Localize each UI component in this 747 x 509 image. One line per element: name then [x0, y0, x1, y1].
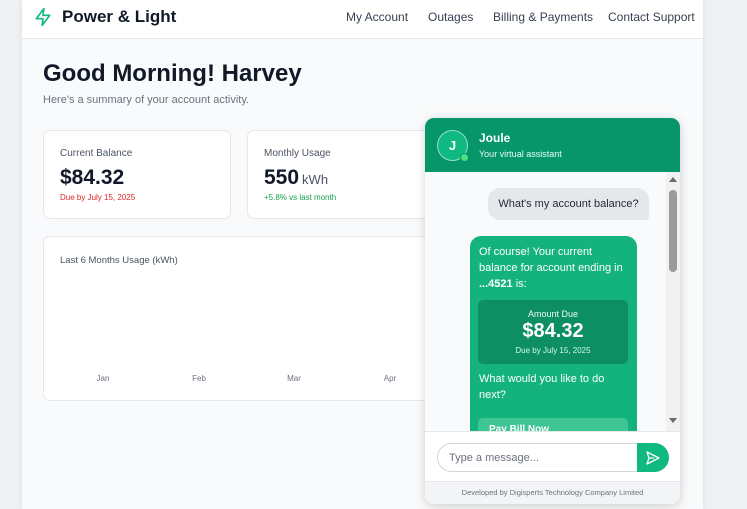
amount-due-label: Amount Due — [527, 309, 579, 319]
bot-intro-text: Of course! Your current balance for acco… — [479, 244, 629, 292]
send-button[interactable] — [637, 443, 669, 472]
assistant-subtitle: Your virtual assistant — [479, 149, 562, 159]
message-input[interactable] — [437, 443, 641, 472]
balance-value: $84.32 — [60, 166, 125, 189]
greeting-subtitle: Here's a summary of your account activit… — [43, 94, 250, 106]
chat-header: J Joule Your virtual assistant — [425, 118, 680, 172]
online-status-icon — [460, 153, 469, 162]
chat-input-area — [425, 431, 680, 481]
user-message: What's my account balance? — [488, 188, 649, 220]
chat-footer: Developed by Digisperts Technology Compa… — [425, 481, 680, 504]
month-tick-label: Feb — [192, 374, 206, 383]
send-icon — [646, 451, 660, 465]
usage-label: Monthly Usage — [264, 148, 331, 159]
account-suffix: ...4521 — [479, 278, 513, 290]
chat-scrollbar[interactable] — [666, 172, 680, 431]
nav-billing-payments[interactable]: Billing & Payments — [493, 10, 593, 24]
top-navigation-bar: Power & Light My Account Outages Billing… — [22, 0, 703, 39]
amount-due-box: Amount Due $84.32 Due by July 15, 2025 — [478, 300, 628, 364]
scroll-down-arrow-icon[interactable] — [669, 418, 677, 423]
scroll-thumb[interactable] — [669, 190, 677, 272]
usage-unit: kWh — [302, 172, 329, 187]
bot-intro-end: is: — [512, 278, 527, 290]
usage-chart-title: Last 6 Months Usage (kWh) — [60, 255, 178, 266]
usage-value: 550 kWh — [264, 166, 328, 190]
month-tick-label: Jan — [96, 374, 110, 383]
bot-message: Of course! Your current balance for acco… — [470, 236, 637, 431]
usage-chart-card: Last 6 Months Usage (kWh) Jan Feb Mar Ap… — [43, 236, 463, 401]
nav-contact-support[interactable]: Contact Support — [608, 10, 695, 24]
chat-messages[interactable]: What's my account balance? Of course! Yo… — [425, 172, 680, 431]
assistant-name: Joule — [479, 131, 511, 145]
amount-due-value: $84.32 — [522, 320, 584, 342]
usage-number: 550 — [264, 166, 300, 189]
usage-change: +5.8% vs last month — [264, 193, 337, 202]
scroll-up-arrow-icon[interactable] — [669, 177, 677, 182]
lightning-bolt-icon — [35, 7, 51, 27]
bot-question: What would you like to do next? — [479, 373, 605, 401]
current-balance-card: Current Balance $84.32 Due by July 15, 2… — [43, 130, 231, 219]
amount-due-date: Due by July 15, 2025 — [515, 346, 591, 355]
chat-widget: J Joule Your virtual assistant What's my… — [425, 118, 680, 504]
monthly-usage-card: Monthly Usage 550 kWh +5.8% vs last month — [247, 130, 447, 219]
balance-due-date: Due by July 15, 2025 — [60, 193, 136, 202]
balance-label: Current Balance — [60, 148, 133, 159]
nav-my-account[interactable]: My Account — [346, 10, 408, 24]
pay-bill-button[interactable]: Pay Bill Now — [478, 418, 628, 431]
brand-name[interactable]: Power & Light — [62, 7, 176, 27]
nav-outages[interactable]: Outages — [428, 10, 473, 24]
greeting-title: Good Morning! Harvey — [43, 60, 302, 87]
month-tick-label: Apr — [383, 374, 397, 383]
bot-intro: Of course! Your current balance for acco… — [479, 246, 623, 274]
month-tick-label: Mar — [287, 374, 301, 383]
